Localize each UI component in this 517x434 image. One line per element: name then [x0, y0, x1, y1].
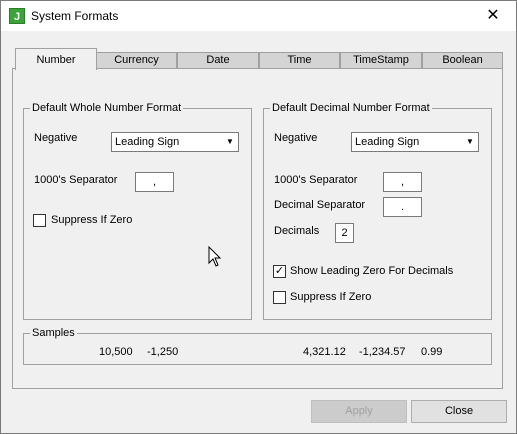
- decimals-input[interactable]: 2: [335, 223, 354, 243]
- decimal-negative-label: Negative: [274, 132, 318, 144]
- decimal-suppress-label: Suppress If Zero: [290, 291, 372, 303]
- tab-date[interactable]: Date: [177, 52, 259, 68]
- tab-timestamp[interactable]: TimeStamp: [340, 52, 422, 68]
- decimal-separator-label: Decimal Separator: [274, 199, 366, 211]
- title-bar: J System Formats ✕: [1, 1, 516, 31]
- decimal-thousands-separator-input[interactable]: ,: [383, 172, 422, 192]
- whole-separator-input[interactable]: ,: [135, 172, 174, 192]
- system-formats-dialog: J System Formats ✕ Number Currency Date …: [0, 0, 517, 434]
- show-leading-zero-label: Show Leading Zero For Decimals: [290, 265, 454, 277]
- decimal-negative-select[interactable]: Leading Sign ▼: [351, 132, 479, 152]
- decimal-thousands-separator-label: 1000's Separator: [274, 174, 358, 186]
- show-leading-zero-checkbox[interactable]: ✓: [273, 265, 286, 278]
- window-title: System Formats: [31, 9, 119, 23]
- whole-suppress-label: Suppress If Zero: [51, 214, 133, 226]
- sample-value: 4,321.12: [303, 346, 346, 358]
- close-button[interactable]: Close: [411, 400, 507, 423]
- mouse-pointer-icon: [208, 246, 222, 267]
- whole-number-group-title: Default Whole Number Format: [30, 102, 184, 114]
- whole-negative-label: Negative: [34, 132, 78, 144]
- apply-button[interactable]: Apply: [311, 400, 407, 423]
- tab-number[interactable]: Number: [15, 48, 97, 70]
- whole-negative-select[interactable]: Leading Sign ▼: [111, 132, 239, 152]
- tab-time[interactable]: Time: [259, 52, 340, 68]
- whole-negative-value: Leading Sign: [115, 136, 180, 148]
- samples-group-title: Samples: [30, 327, 77, 339]
- sample-value: 0.99: [421, 346, 443, 358]
- sample-value: 10,500: [99, 346, 133, 358]
- app-icon: J: [9, 8, 25, 24]
- decimal-negative-value: Leading Sign: [355, 136, 420, 148]
- whole-separator-label: 1000's Separator: [34, 174, 118, 186]
- checkmark-icon: ✓: [274, 265, 285, 277]
- chevron-down-icon: ▼: [226, 137, 234, 146]
- sample-value: -1,250: [147, 346, 179, 358]
- decimal-separator-input[interactable]: .: [383, 197, 422, 217]
- tab-boolean[interactable]: Boolean: [422, 52, 503, 68]
- close-window-button[interactable]: ✕: [470, 1, 516, 31]
- sample-value: -1,234.57: [359, 346, 406, 358]
- tab-currency[interactable]: Currency: [96, 52, 177, 68]
- decimal-number-group-title: Default Decimal Number Format: [270, 102, 432, 114]
- whole-suppress-checkbox[interactable]: [33, 214, 46, 227]
- decimal-suppress-checkbox[interactable]: [273, 291, 286, 304]
- decimals-label: Decimals: [274, 225, 320, 237]
- chevron-down-icon: ▼: [466, 137, 474, 146]
